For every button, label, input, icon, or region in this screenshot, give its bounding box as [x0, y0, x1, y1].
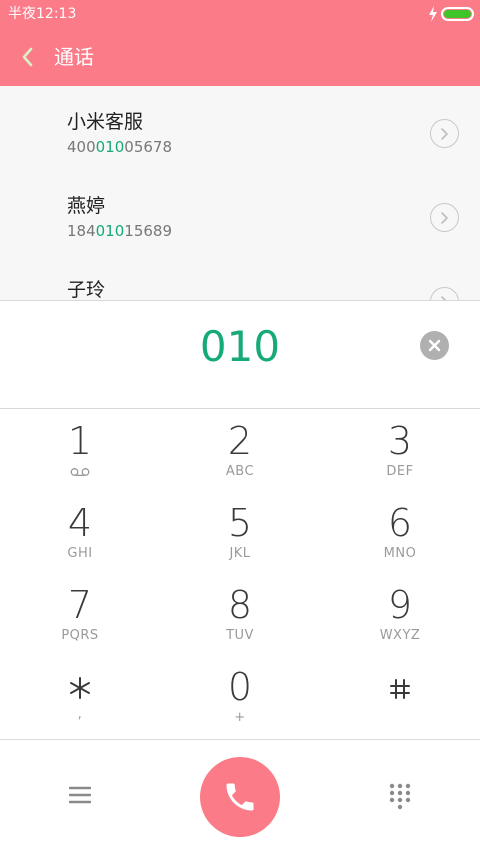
key-letters: GHI — [67, 546, 93, 561]
key-digit: 4 — [67, 501, 93, 545]
key-2[interactable]: 2 ABC — [160, 409, 320, 491]
key-digit: 1 — [67, 419, 93, 463]
key-digit: 3 — [387, 419, 413, 463]
key-digit: 0 — [227, 665, 253, 709]
menu-icon[interactable] — [69, 784, 91, 806]
dialpad-icon[interactable] — [386, 782, 414, 810]
key-digit: 9 — [387, 583, 413, 627]
key-letters: WXYZ — [379, 628, 421, 643]
key-3[interactable]: 3 DEF — [320, 409, 480, 491]
voicemail-icon — [70, 468, 90, 476]
key-letters: JKL — [229, 546, 251, 561]
chevron-right-circle-icon[interactable] — [430, 287, 459, 300]
lightning-icon — [429, 6, 437, 22]
contact-name: 燕婷 — [67, 195, 106, 217]
contact-list: 小米客服 40001005678 燕婷 18401015689 子玲 — [0, 86, 480, 300]
dialed-number[interactable]: 010 — [140, 321, 340, 373]
contact-number: 18401015689 — [67, 222, 172, 241]
key-letters: PQRS — [61, 628, 99, 643]
dial-display: 010 — [0, 300, 480, 409]
key-digit: 2 — [227, 419, 253, 463]
bottom-bar — [0, 739, 480, 853]
key-digit: 7 — [67, 583, 93, 627]
contact-row[interactable]: 燕婷 18401015689 — [0, 170, 480, 254]
number-prefix: 400 — [67, 138, 96, 156]
key-letters: DEF — [386, 464, 414, 479]
key-letters: TUV — [226, 628, 254, 643]
contact-number: 40001005678 — [67, 138, 172, 157]
contact-row[interactable]: 子玲 — [0, 254, 480, 300]
contact-row[interactable]: 小米客服 40001005678 — [0, 86, 480, 170]
chevron-right-circle-icon[interactable] — [430, 119, 459, 148]
title-bar: 通话 — [0, 28, 480, 86]
key-8[interactable]: 8 TUV — [160, 573, 320, 655]
chevron-left-icon[interactable] — [14, 42, 40, 72]
number-suffix: 05678 — [124, 138, 172, 156]
status-bar: 半夜12:13 — [0, 0, 480, 28]
key-4[interactable]: 4 GHI — [0, 491, 160, 573]
key-letters: + — [234, 710, 246, 725]
key-digit: 6 — [387, 501, 413, 545]
hash-icon — [390, 679, 410, 699]
key-1[interactable]: 1 — [0, 409, 160, 491]
key-6[interactable]: 6 MNO — [320, 491, 480, 573]
number-match: 010 — [95, 138, 125, 156]
phone-icon — [226, 783, 254, 811]
key-digit: 5 — [227, 501, 253, 545]
key-letters: , — [77, 707, 83, 722]
number-match: 010 — [95, 222, 125, 240]
battery-icon — [441, 7, 474, 21]
contact-name: 子玲 — [67, 279, 106, 300]
key-letters: ABC — [225, 464, 255, 479]
number-suffix: 15689 — [124, 222, 172, 240]
number-prefix: 184 — [67, 222, 96, 240]
key-letters: MNO — [383, 546, 417, 561]
battery-level — [444, 10, 471, 18]
asterisk-icon — [70, 677, 90, 699]
status-time: 半夜12:13 — [8, 6, 77, 22]
keypad: 1 2 ABC 3 DEF 4 GHI 5 JKL 6 MNO 7 PQRS 8… — [0, 409, 480, 739]
clear-circle-icon[interactable] — [420, 331, 449, 360]
key-0[interactable]: 0 + — [160, 655, 320, 737]
key-digit: 8 — [227, 583, 253, 627]
chevron-right-circle-icon[interactable] — [430, 203, 459, 232]
page-title: 通话 — [54, 45, 94, 69]
contact-name: 小米客服 — [67, 111, 144, 133]
key-9[interactable]: 9 WXYZ — [320, 573, 480, 655]
key-5[interactable]: 5 JKL — [160, 491, 320, 573]
key-7[interactable]: 7 PQRS — [0, 573, 160, 655]
call-button[interactable] — [200, 757, 280, 837]
